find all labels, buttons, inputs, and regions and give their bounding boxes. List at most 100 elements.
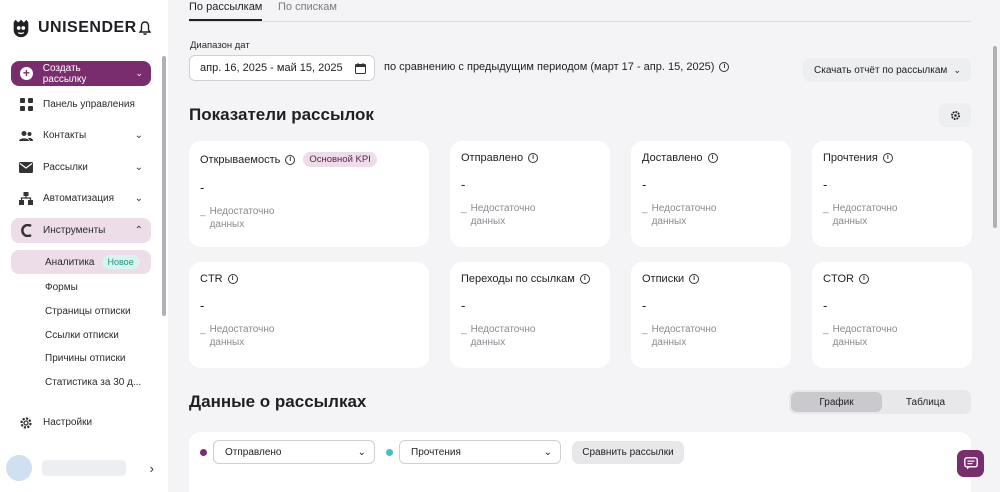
metric-value: - bbox=[200, 180, 205, 195]
sidebar-subitem-label: Формы bbox=[45, 281, 78, 293]
note-text: Недостаточно данных bbox=[210, 205, 275, 231]
sidebar-item-label: Инструменты bbox=[43, 225, 106, 236]
sidebar: UNISENDER + Создать рассылку ⌄ Панель уп… bbox=[0, 0, 168, 492]
info-icon[interactable]: i bbox=[707, 153, 718, 163]
sidebar-subitem-stats-30[interactable]: Статистика за 30 д... bbox=[11, 370, 151, 394]
metric-select-value: Отправлено bbox=[225, 446, 282, 458]
metric-value: - bbox=[461, 298, 466, 313]
metric-title: CTOR bbox=[823, 273, 854, 285]
account-name-blurred bbox=[42, 460, 126, 476]
campaign-data-title: Данные о рассылках bbox=[189, 392, 367, 411]
compare-campaigns-button[interactable]: Сравнить рассылки bbox=[572, 441, 684, 464]
metric-value: - bbox=[642, 177, 647, 192]
note-line2: данных bbox=[470, 337, 506, 348]
kpi-badge: Основной KPI bbox=[303, 152, 377, 167]
metric-title-row: Отписки i bbox=[642, 273, 780, 285]
bell-icon[interactable] bbox=[137, 20, 153, 36]
metric-title-row: CTR i bbox=[200, 273, 418, 285]
chevron-down-icon: ⌄ bbox=[953, 64, 961, 75]
metric-select-1[interactable]: Отправлено ⌄ bbox=[213, 440, 375, 464]
note-line2: данных bbox=[832, 337, 868, 348]
info-icon[interactable]: i bbox=[579, 274, 590, 284]
logo[interactable]: UNISENDER bbox=[10, 17, 137, 39]
view-toggle: График Таблица bbox=[789, 390, 971, 414]
metric-title: Прочтения bbox=[823, 152, 878, 164]
metric-select-2[interactable]: Прочтения ⌄ bbox=[399, 440, 561, 464]
sidebar-subitem-unsubscribe-reasons[interactable]: Причины отписки bbox=[11, 346, 151, 370]
tab-by-lists[interactable]: По спискам bbox=[278, 1, 337, 21]
sidebar-item-dashboard[interactable]: Панель управления bbox=[11, 92, 151, 117]
sidebar-item-tools[interactable]: Инструменты ⌃ bbox=[11, 218, 151, 243]
sidebar-subitem-label: Статистика за 30 д... bbox=[45, 376, 142, 388]
metric-card-open-rate: Открываемость i Основной KPI - _ Недостат… bbox=[189, 141, 429, 247]
metric-value: - bbox=[642, 298, 647, 313]
sidebar-scrollbar[interactable] bbox=[162, 56, 166, 316]
info-icon[interactable]: i bbox=[858, 274, 869, 284]
metric-card-sent: Отправлено i - _ Недостаточно данных bbox=[450, 141, 610, 247]
user-account-switcher[interactable]: › bbox=[6, 452, 156, 484]
info-icon[interactable]: i bbox=[882, 153, 893, 163]
note-line1: Недостаточно bbox=[209, 324, 275, 335]
metric-title-row: Прочтения i bbox=[823, 152, 961, 164]
main-scrollbar[interactable] bbox=[993, 46, 997, 228]
sidebar-subitem-label: Ссылки отписки bbox=[45, 329, 119, 341]
download-report-label: Скачать отчёт по рассылкам bbox=[814, 64, 948, 76]
note-line1: Недостаточно bbox=[651, 324, 717, 335]
view-option-chart[interactable]: График bbox=[791, 392, 882, 412]
note-line2: данных bbox=[832, 216, 868, 227]
sidebar-subitem-unsubscribe-pages[interactable]: Страницы отписки bbox=[11, 299, 151, 323]
sidebar-item-label: Автоматизация bbox=[43, 193, 115, 204]
date-range-input[interactable]: апр. 16, 2025 - май 15, 2025 bbox=[189, 55, 375, 81]
metric-note: _ Недостаточно данных bbox=[642, 323, 780, 349]
info-icon[interactable]: i bbox=[227, 274, 238, 284]
date-range-value: апр. 16, 2025 - май 15, 2025 bbox=[200, 62, 343, 74]
note-dash: _ bbox=[200, 206, 206, 217]
sidebar-item-campaigns[interactable]: Рассылки ⌄ bbox=[11, 155, 151, 180]
unisender-logo-icon bbox=[13, 19, 29, 38]
tab-by-campaigns[interactable]: По рассылкам bbox=[189, 1, 263, 21]
note-line1: Недостаточно bbox=[470, 324, 536, 335]
chevron-down-icon: ⌄ bbox=[134, 193, 143, 204]
metrics-settings-button[interactable] bbox=[939, 103, 971, 127]
info-icon[interactable]: i bbox=[689, 274, 700, 284]
metrics-title: Показатели рассылок bbox=[189, 105, 374, 124]
note-line2: данных bbox=[651, 337, 687, 348]
chat-button[interactable] bbox=[957, 450, 984, 477]
metric-card-reads: Прочтения i - _ Недостаточно данных bbox=[812, 141, 972, 247]
sidebar-item-settings[interactable]: Настройки bbox=[11, 410, 151, 435]
metric-title-row: Переходы по ссылкам i bbox=[461, 273, 599, 285]
chat-icon bbox=[963, 457, 978, 470]
download-report-button[interactable]: Скачать отчёт по рассылкам ⌄ bbox=[803, 58, 971, 82]
metric-note: _ Недостаточно данных bbox=[461, 323, 599, 349]
info-icon[interactable]: i bbox=[719, 62, 730, 72]
plus-icon: + bbox=[20, 67, 33, 80]
sidebar-item-contacts[interactable]: Контакты ⌄ bbox=[11, 123, 151, 148]
note-dash: _ bbox=[461, 203, 467, 214]
avatar bbox=[6, 455, 32, 481]
metric-note: _ Недостаточно данных bbox=[823, 202, 961, 228]
metric-card-ctr: CTR i - _ Недостаточно данных bbox=[189, 262, 429, 368]
note-line1: Недостаточно bbox=[651, 203, 717, 214]
info-icon[interactable]: i bbox=[285, 154, 296, 165]
view-option-table[interactable]: Таблица bbox=[882, 392, 969, 412]
sidebar-subitem-label: Причины отписки bbox=[45, 352, 126, 364]
brand-name: UNISENDER bbox=[38, 19, 137, 36]
metric-note: _ Недостаточно данных bbox=[642, 202, 780, 228]
sidebar-subitem-forms[interactable]: Формы bbox=[11, 275, 151, 299]
info-icon[interactable]: i bbox=[528, 153, 539, 163]
sidebar-subitem-analytics[interactable]: Аналитика Новое bbox=[11, 250, 151, 274]
sidebar-item-automation[interactable]: Автоматизация ⌄ bbox=[11, 186, 151, 211]
note-line1: Недостаточно bbox=[470, 203, 536, 214]
comparison-period-text: по сравнению с предыдущим периодом (март… bbox=[384, 61, 730, 73]
new-badge: Новое bbox=[101, 255, 140, 269]
note-text: Недостаточно данных bbox=[471, 323, 536, 349]
sidebar-subitem-unsubscribe-links[interactable]: Ссылки отписки bbox=[11, 323, 151, 347]
metric-title: Открываемость bbox=[200, 153, 281, 166]
chevron-right-icon: › bbox=[149, 460, 154, 476]
note-dash: _ bbox=[642, 324, 648, 335]
note-text: Недостаточно данных bbox=[652, 323, 717, 349]
metric-value: - bbox=[200, 298, 205, 313]
report-tabs: По рассылкам По спискам bbox=[189, 0, 971, 22]
create-campaign-button[interactable]: + Создать рассылку ⌄ bbox=[11, 61, 151, 86]
automation-icon bbox=[19, 192, 33, 206]
